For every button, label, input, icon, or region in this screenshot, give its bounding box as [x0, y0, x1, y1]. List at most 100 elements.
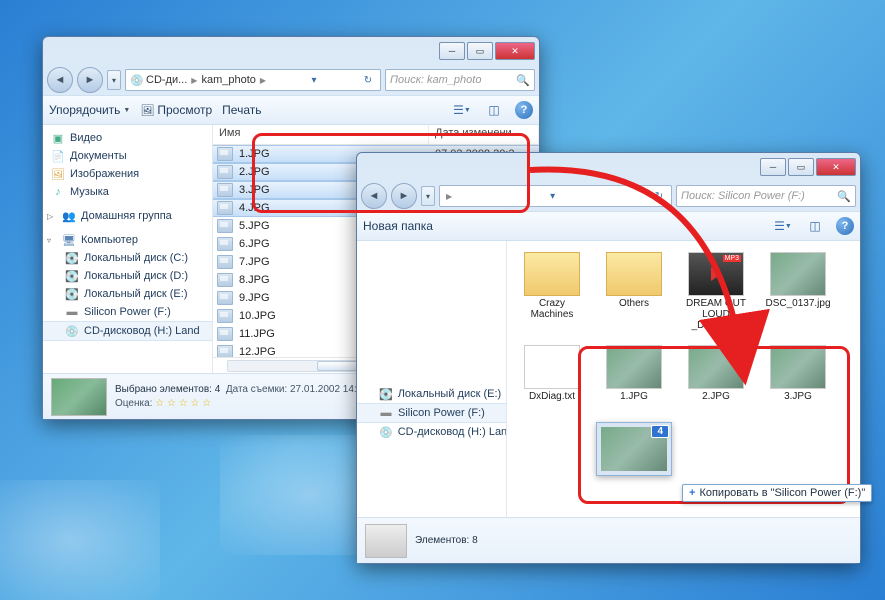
view-mode-button[interactable]: ☰ ▼	[451, 100, 473, 120]
maximize-button[interactable]: ▭	[467, 42, 493, 60]
new-folder-button[interactable]: Новая папка	[363, 219, 433, 233]
image-icon: 🖼	[51, 167, 65, 181]
forward-button[interactable]: ►	[391, 183, 417, 209]
maximize-button[interactable]: ▭	[788, 158, 814, 176]
search-input[interactable]: Поиск: Silicon Power (F:) 🔍	[676, 185, 856, 207]
minimize-button[interactable]: ─	[439, 42, 465, 60]
file-icon	[217, 309, 233, 323]
sidebar-item-cd[interactable]: 💿CD-дисковод (H:) Land	[357, 423, 506, 441]
refresh-button[interactable]: ↻	[360, 75, 376, 86]
file-label: 1.JPG	[620, 391, 648, 402]
file-label: Crazy Machines	[518, 298, 586, 320]
folder-icon	[606, 252, 662, 296]
search-icon: 🔍	[837, 190, 851, 203]
drop-tooltip: + Копировать в "Silicon Power (F:)"	[682, 484, 872, 502]
file-label: DSC_0137.jpg	[765, 298, 830, 309]
minimize-button[interactable]: ─	[760, 158, 786, 176]
file-icon	[217, 237, 233, 251]
history-dropdown[interactable]: ▾	[107, 70, 121, 90]
file-icons-view[interactable]: Crazy Machines Others MP3DREAM OUT LOUD _D…	[507, 241, 860, 517]
file-label: Others	[619, 298, 649, 309]
address-bar[interactable]: 💿 CD-ди... ▶ kam_photo ▶ ▾ ↻	[125, 69, 381, 91]
help-button[interactable]: ?	[515, 101, 533, 119]
preview-pane-button[interactable]: ◫	[804, 216, 826, 236]
sidebar-item-computer[interactable]: ▿🖥Компьютер	[43, 231, 212, 249]
drag-count-badge: 4	[651, 425, 669, 438]
sidebar-item-documents[interactable]: 📄Документы	[43, 147, 212, 165]
file-label: DREAM OUT LOUD _DM4.mp3	[682, 298, 750, 331]
column-headers[interactable]: Имя Дата изменени	[213, 125, 539, 145]
sidebar-item-drive-c[interactable]: 💽Локальный диск (C:)	[43, 249, 212, 267]
drive-icon: 💿	[130, 73, 144, 87]
sidebar-item-drive-d[interactable]: 💽Локальный диск (D:)	[43, 267, 212, 285]
drive-icon: 💽	[65, 269, 79, 283]
sidebar-item-video[interactable]: ▣Видео	[43, 129, 212, 147]
sidebar-item-images[interactable]: 🖼Изображения	[43, 165, 212, 183]
file-label: 3.JPG	[784, 391, 812, 402]
sidebar-item-drive-e[interactable]: 💽Локальный диск (E:)	[43, 285, 212, 303]
file-item[interactable]: MP3DREAM OUT LOUD _DM4.mp3	[679, 249, 753, 334]
sidebar-item-drive-e[interactable]: 💽Локальный диск (E:)	[357, 385, 506, 403]
file-icon	[217, 219, 233, 233]
history-dropdown[interactable]: ▾	[421, 186, 435, 206]
forward-button[interactable]: ►	[77, 67, 103, 93]
rating-label: Оценка:	[115, 398, 152, 409]
nav-tree[interactable]: ▣Видео 📄Документы 🖼Изображения ♪Музыка ▷…	[43, 125, 213, 373]
mp3-icon: MP3	[688, 252, 744, 296]
file-item[interactable]: 2.JPG	[679, 342, 753, 405]
search-input[interactable]: Поиск: kam_photo 🔍	[385, 69, 535, 91]
rating-stars[interactable]: ☆ ☆ ☆ ☆ ☆	[155, 398, 211, 409]
drive-thumbnail	[365, 524, 407, 558]
sidebar-item-cd[interactable]: 💿CD-дисковод (H:) Land	[43, 321, 212, 341]
toolbar: Упорядочить▼ 🖼Просмотр Печать ☰ ▼ ◫ ?	[43, 95, 539, 125]
close-button[interactable]: ✕	[495, 42, 535, 60]
preview-icon: 🖼	[140, 103, 154, 117]
close-button[interactable]: ✕	[816, 158, 856, 176]
photo-icon	[770, 345, 826, 389]
back-button[interactable]: ◄	[47, 67, 73, 93]
sidebar-item-music[interactable]: ♪Музыка	[43, 183, 212, 201]
preview-button[interactable]: 🖼Просмотр	[140, 103, 212, 117]
sidebar-item-usb[interactable]: ▬Silicon Power (F:)	[357, 403, 506, 423]
file-icon	[217, 273, 233, 287]
col-date[interactable]: Дата изменени	[429, 125, 539, 144]
drive-icon: 💽	[379, 387, 393, 401]
breadcrumb-seg[interactable]: kam_photo	[201, 74, 255, 86]
dropdown-icon[interactable]: ▾	[545, 191, 561, 202]
dropdown-icon[interactable]: ▾	[306, 75, 322, 86]
organize-menu[interactable]: Упорядочить▼	[49, 103, 130, 117]
sidebar-item-usb[interactable]: ▬Silicon Power (F:)	[43, 303, 212, 321]
help-button[interactable]: ?	[836, 217, 854, 235]
details-pane: Элементов: 8	[357, 517, 860, 563]
sidebar-item-homegroup[interactable]: ▷👥Домашняя группа	[43, 207, 212, 225]
titlebar[interactable]: ─ ▭ ✕	[43, 37, 539, 65]
folder-icon	[524, 252, 580, 296]
address-bar[interactable]: ▶ ▾ ↻	[439, 185, 672, 207]
preview-pane-button[interactable]: ◫	[483, 100, 505, 120]
selection-count: Выбрано элементов: 4	[115, 384, 220, 395]
expand-icon[interactable]: ▷	[47, 212, 57, 221]
file-label: DxDiag.txt	[529, 391, 575, 402]
file-item[interactable]: 1.JPG	[597, 342, 671, 405]
search-placeholder: Поиск: Silicon Power (F:)	[681, 190, 805, 202]
file-icon	[217, 165, 233, 179]
chevron-right-icon: ▶	[260, 76, 266, 85]
file-label: 2.JPG	[702, 391, 730, 402]
file-item[interactable]: DSC_0137.jpg	[761, 249, 835, 334]
shot-date-label: Дата съемки:	[226, 384, 287, 395]
file-item[interactable]: Crazy Machines	[515, 249, 589, 334]
back-button[interactable]: ◄	[361, 183, 387, 209]
file-item[interactable]: 3.JPG	[761, 342, 835, 405]
col-name[interactable]: Имя	[213, 125, 429, 144]
nav-tree[interactable]: 💽Локальный диск (E:) ▬Silicon Power (F:)…	[357, 241, 507, 517]
doc-icon: 📄	[51, 149, 65, 163]
refresh-button[interactable]: ↻	[651, 191, 667, 202]
print-button[interactable]: Печать	[222, 103, 261, 117]
file-item[interactable]: Others	[597, 249, 671, 334]
collapse-icon[interactable]: ▿	[47, 236, 57, 245]
view-mode-button[interactable]: ☰ ▼	[772, 216, 794, 236]
file-item[interactable]: DxDiag.txt	[515, 342, 589, 405]
file-icon	[217, 291, 233, 305]
titlebar[interactable]: ─ ▭ ✕	[357, 153, 860, 181]
breadcrumb-seg[interactable]: CD-ди...	[146, 74, 187, 86]
